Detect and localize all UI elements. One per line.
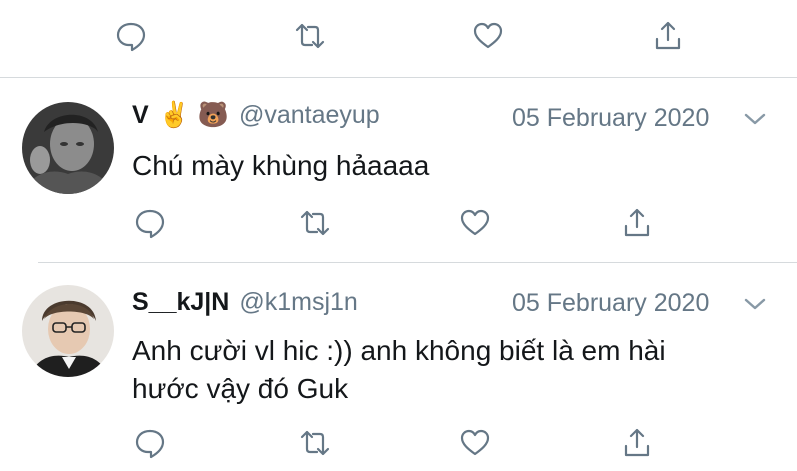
tweet-text: Anh cười vl hic :)) anh không biết là em… [132, 332, 666, 408]
retweet-icon[interactable] [295, 423, 335, 463]
display-name[interactable]: V [132, 101, 149, 130]
avatar[interactable] [22, 285, 114, 377]
chevron-down-icon[interactable] [744, 297, 766, 311]
tweet-date[interactable]: 05 February 2020 [512, 104, 709, 133]
reply-icon[interactable] [111, 16, 151, 56]
top-tweet-actions [0, 16, 797, 56]
tweet-actions [0, 203, 797, 243]
share-icon[interactable] [617, 203, 657, 243]
like-icon[interactable] [455, 203, 495, 243]
like-icon[interactable] [455, 423, 495, 463]
tweet-text-line: Chú mày khùng hảaaaa [132, 150, 430, 181]
like-icon[interactable] [468, 16, 508, 56]
victory-hand-emoji: ✌ [158, 101, 190, 129]
tweet-text: Chú mày khùng hảaaaa [132, 147, 429, 185]
share-icon[interactable] [648, 16, 688, 56]
reply-icon[interactable] [130, 423, 170, 463]
tweet-header: S__kJ|N @k1msj1n [132, 288, 358, 317]
tweet-actions [0, 423, 797, 463]
retweet-icon[interactable] [290, 16, 330, 56]
tweet-text-line: Anh cười vl hic :)) anh không biết là em… [132, 335, 666, 366]
reply-icon[interactable] [130, 203, 170, 243]
user-handle[interactable]: @k1msj1n [239, 288, 357, 317]
tweet-text-line: hước vậy đó Guk [132, 373, 349, 404]
retweet-icon[interactable] [295, 203, 335, 243]
user-handle[interactable]: @vantaeyup [239, 101, 380, 130]
share-icon[interactable] [617, 423, 657, 463]
chevron-down-icon[interactable] [744, 112, 766, 126]
tweet-header: V ✌ 🐻 @vantaeyup [132, 101, 380, 130]
tweet-date[interactable]: 05 February 2020 [512, 289, 709, 318]
tweet[interactable]: S__kJ|N @k1msj1n 05 February 2020 Anh cư… [0, 263, 797, 471]
display-name[interactable]: S__kJ|N [132, 288, 229, 317]
tweet[interactable]: V ✌ 🐻 @vantaeyup 05 February 2020 Chú mà… [0, 78, 797, 263]
avatar[interactable] [22, 102, 114, 194]
bear-emoji: 🐻 [197, 101, 229, 129]
